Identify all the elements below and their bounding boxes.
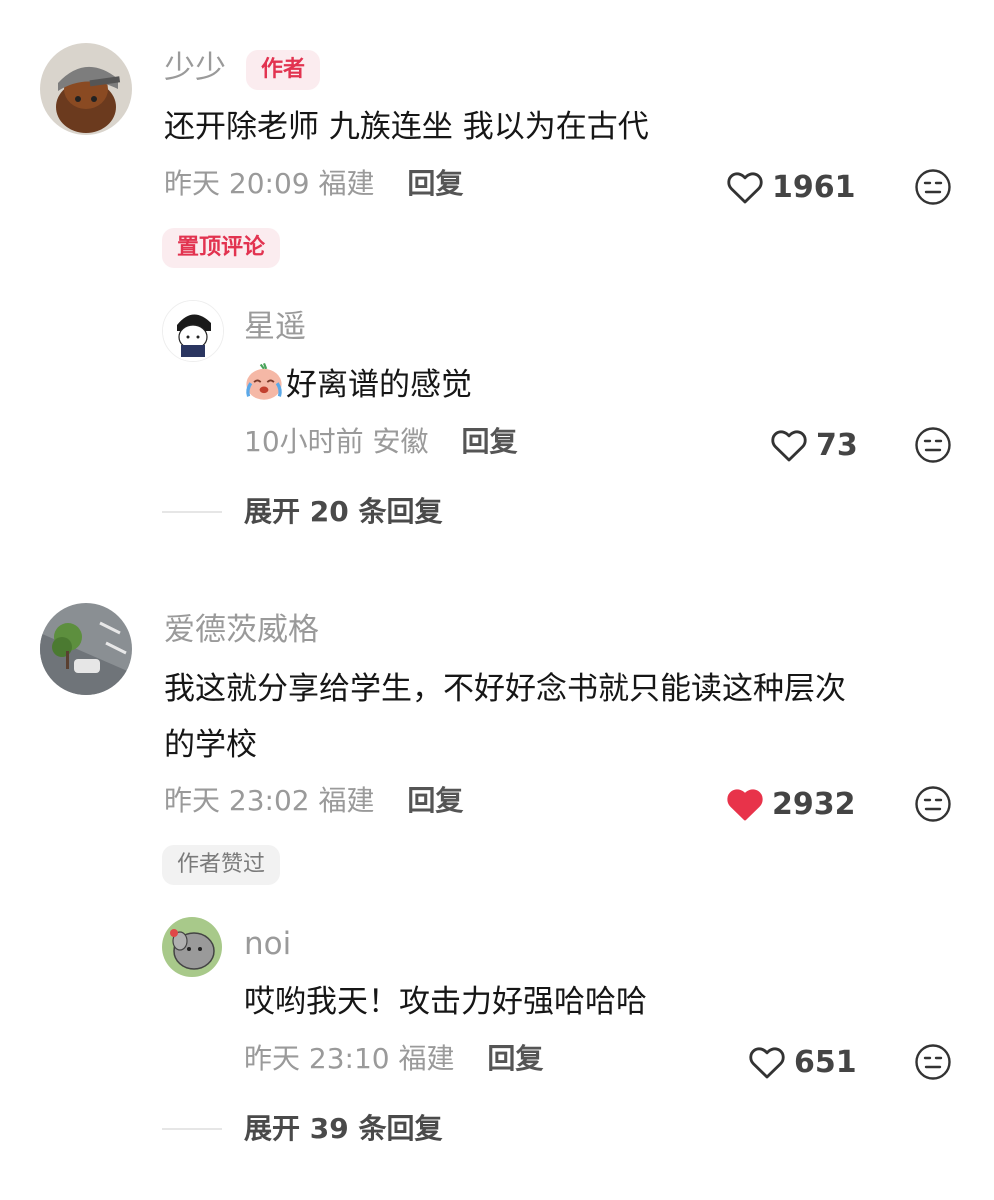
reply-username[interactable]: 星遥 (244, 312, 306, 343)
heart-outline-icon (727, 172, 763, 204)
reply-button[interactable]: 回复 (461, 425, 517, 458)
comment-text-line1: 我这就分享给学生，不好好念书就只能读这种层次 (164, 671, 846, 707)
reply-button[interactable]: 回复 (487, 1042, 543, 1075)
expand-replies-button[interactable]: 展开 20 条回复 (244, 498, 442, 526)
meh-face-icon[interactable] (914, 426, 952, 464)
like-button-liked[interactable]: 2932 (726, 786, 856, 822)
like-button[interactable]: 73 (770, 427, 858, 463)
reply-time: 10小时前 (244, 425, 364, 458)
comment-time: 昨天 20:09 (164, 167, 310, 200)
comment-location: 福建 (318, 167, 375, 200)
heart-filled-icon (727, 789, 763, 821)
comment-meta: 昨天 23:02 福建 回复 (164, 787, 463, 815)
comment-location: 福建 (318, 784, 375, 817)
reply-meta: 昨天 23:10 福建 回复 (244, 1045, 543, 1073)
comment-time: 昨天 23:02 (164, 784, 310, 817)
reply-time: 昨天 23:10 (244, 1042, 390, 1075)
reply-username[interactable]: noi (244, 929, 291, 960)
expand-divider (162, 1128, 222, 1130)
reply-location: 安徽 (372, 425, 429, 458)
reply-text: 哎哟我天！攻击力好强哈哈哈 (244, 984, 647, 1020)
avatar-shaoshao[interactable] (40, 43, 132, 135)
expand-divider (162, 511, 222, 513)
meh-face-icon[interactable] (914, 1043, 952, 1081)
meh-face-icon[interactable] (914, 168, 952, 206)
like-button[interactable]: 1961 (726, 169, 856, 205)
like-count: 2932 (772, 786, 856, 822)
comment-text: 还开除老师 九族连坐 我以为在古代 (164, 109, 649, 145)
crying-face-emoji (246, 362, 282, 400)
comment-text-line2: 的学校 (164, 727, 257, 763)
like-count: 651 (794, 1044, 857, 1080)
liked-by-author-badge: 作者赞过 (162, 845, 281, 885)
reply-location: 福建 (398, 1042, 455, 1075)
comment-meta: 昨天 20:09 福建 回复 (164, 170, 463, 198)
reply-button[interactable]: 回复 (407, 167, 463, 200)
avatar-noi[interactable] (162, 917, 222, 977)
heart-outline-icon (771, 430, 807, 462)
like-count: 73 (816, 427, 858, 463)
reply-text: 好离谱的感觉 (242, 356, 472, 414)
heart-outline-icon (749, 1047, 785, 1079)
pinned-comment-badge: 置顶评论 (162, 228, 281, 268)
avatar-xingyao[interactable] (162, 300, 224, 362)
meh-face-icon[interactable] (914, 785, 952, 823)
reply-button[interactable]: 回复 (407, 784, 463, 817)
reply-meta: 10小时前 安徽 回复 (244, 428, 517, 456)
comment-username[interactable]: 少少 (164, 53, 226, 84)
avatar-aidecwg[interactable] (40, 603, 132, 695)
comment-username[interactable]: 爱德茨威格 (164, 615, 319, 646)
expand-replies-button[interactable]: 展开 39 条回复 (244, 1115, 442, 1143)
like-button[interactable]: 651 (748, 1044, 857, 1080)
reply-text-content: 好离谱的感觉 (286, 367, 472, 403)
author-badge: 作者 (246, 50, 321, 90)
like-count: 1961 (772, 169, 856, 205)
